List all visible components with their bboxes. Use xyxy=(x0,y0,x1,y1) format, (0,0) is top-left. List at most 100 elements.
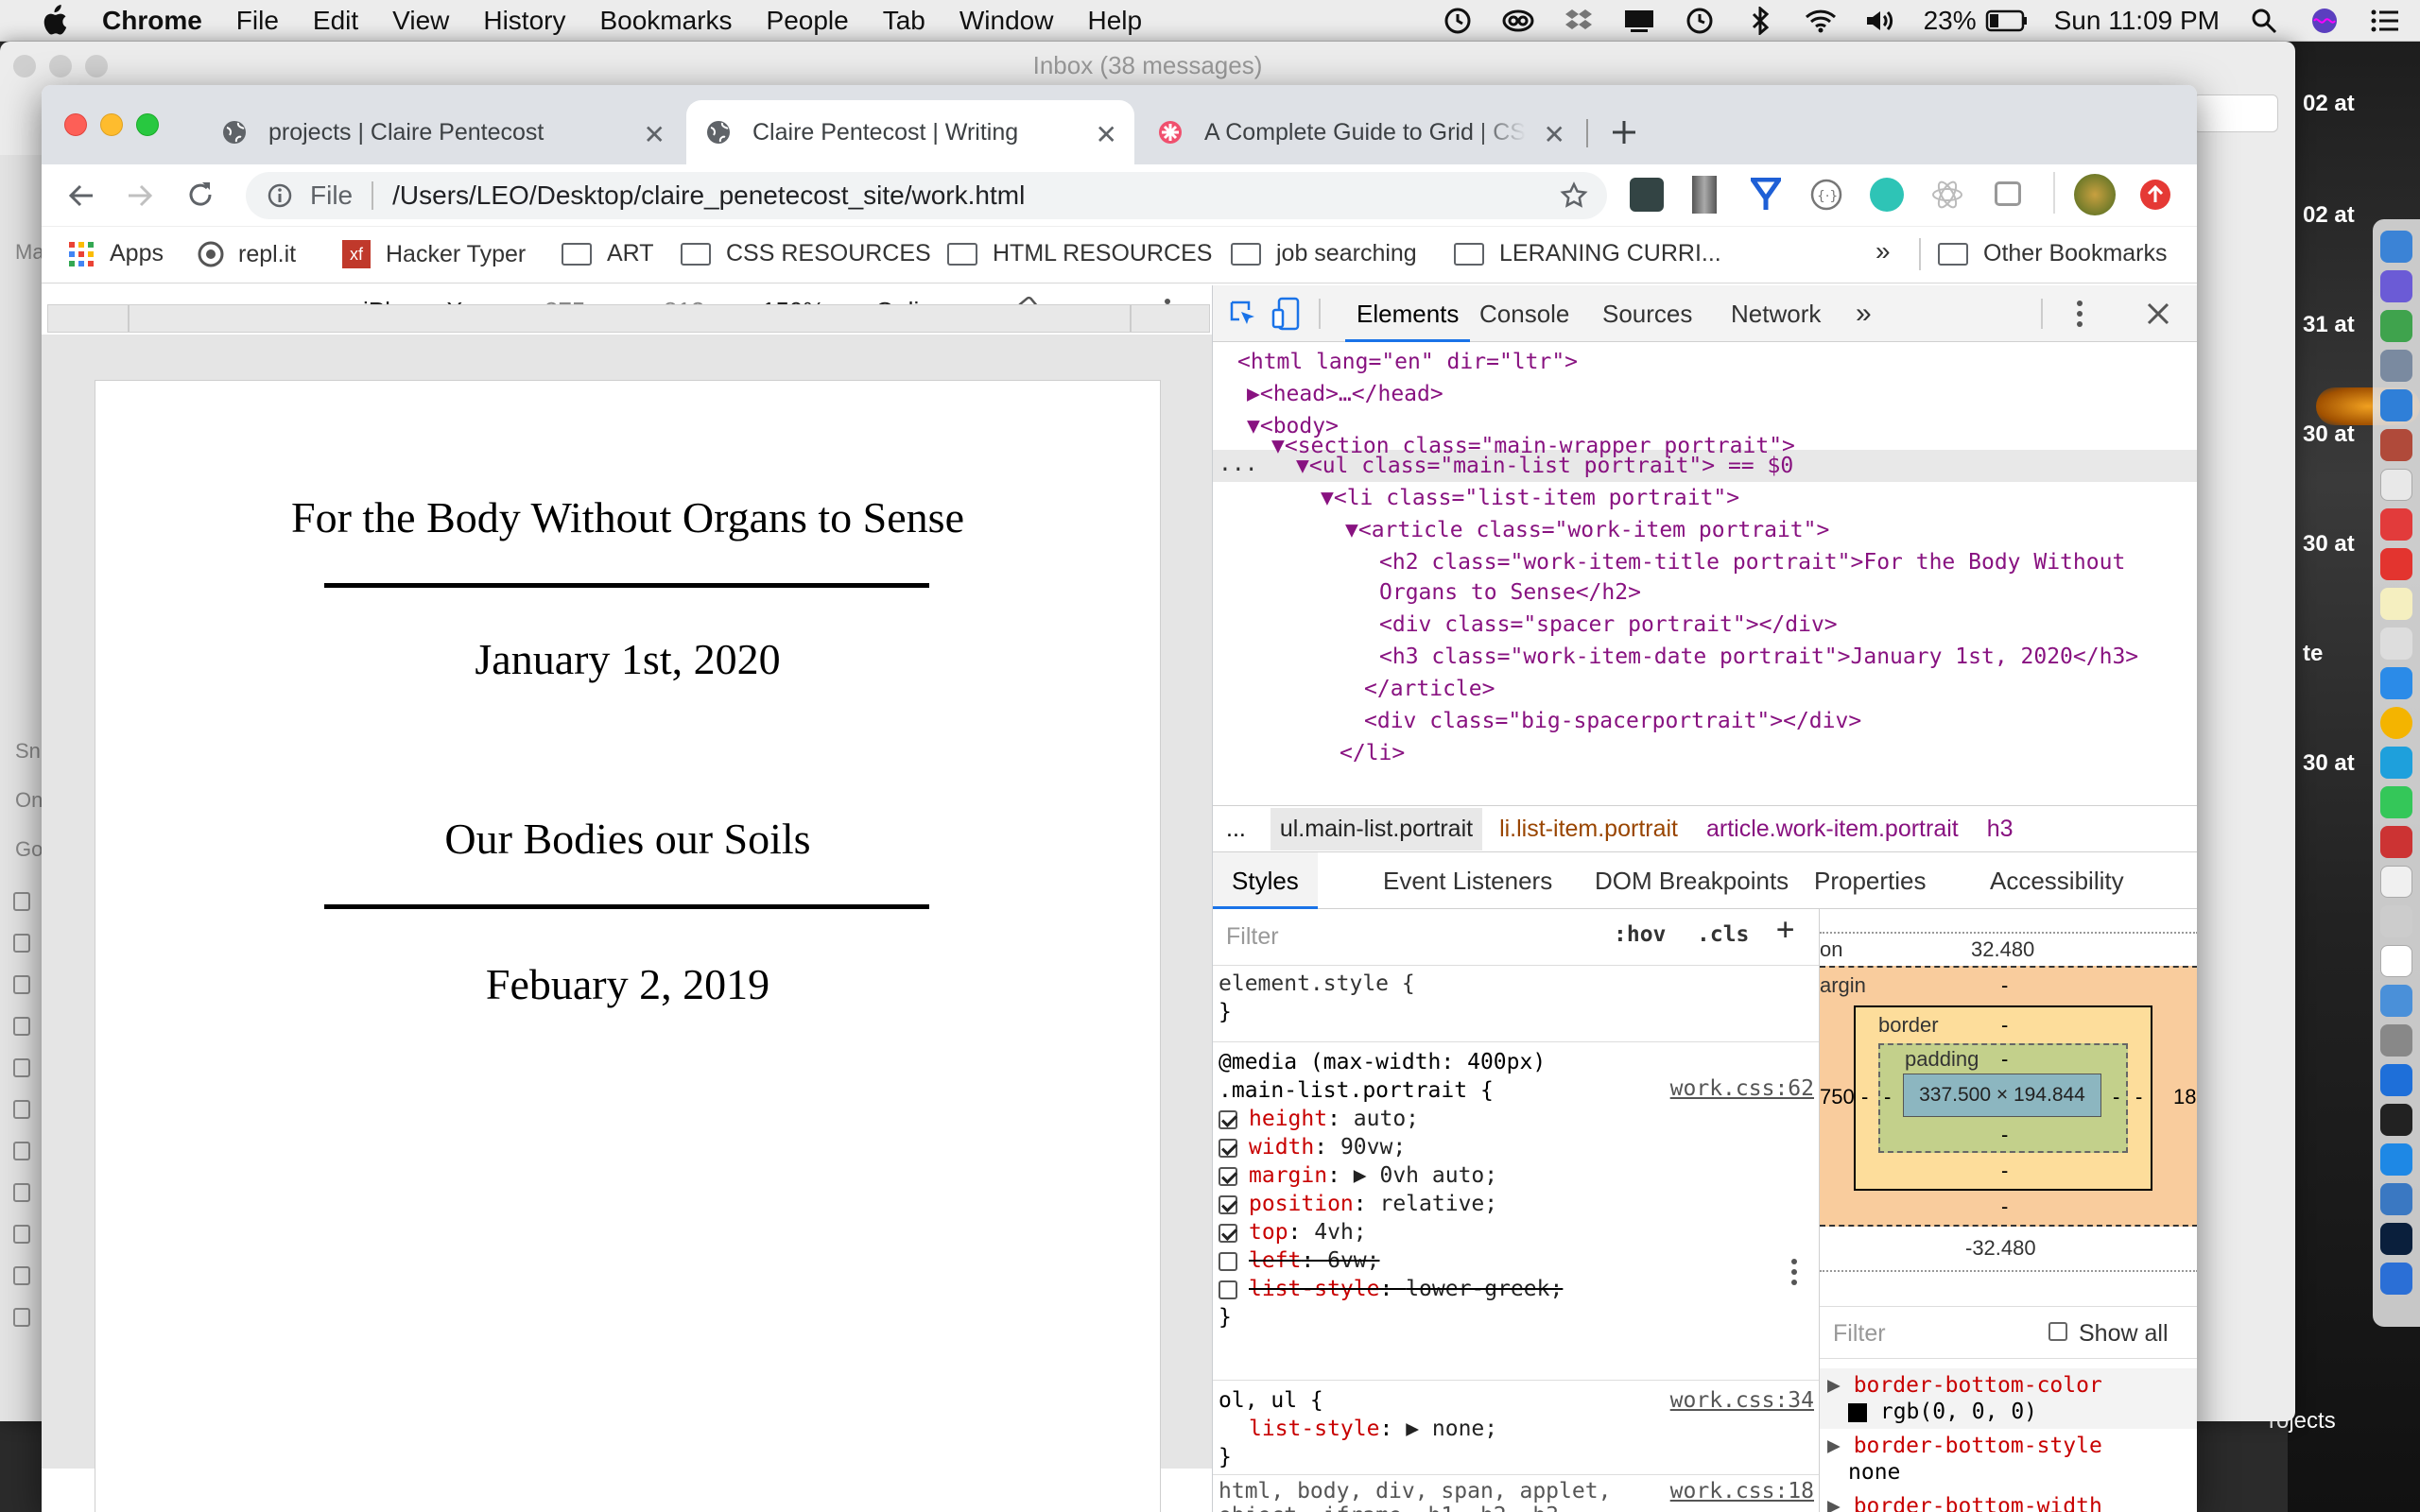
dom-node[interactable]: <html lang="en" dir="ltr"> xyxy=(1237,346,1578,378)
extension-icon-1[interactable] xyxy=(1630,178,1664,212)
reminders-icon[interactable] xyxy=(2380,627,2412,660)
selector[interactable]: element.style { xyxy=(1219,970,1819,998)
minimize-window-button[interactable] xyxy=(100,113,123,136)
menu-file[interactable]: File xyxy=(236,6,279,36)
dom-node[interactable]: <h2 class="work-item-title portrait">For… xyxy=(1379,546,2125,578)
bluetooth-dock-icon[interactable] xyxy=(2380,1263,2412,1295)
property-value[interactable]: relative; xyxy=(1379,1192,1497,1216)
styles-filter-input[interactable]: Filter xyxy=(1226,922,1279,951)
forward-icon[interactable] xyxy=(125,181,155,210)
device-toolbar-icon[interactable] xyxy=(1271,297,1302,331)
property-checkbox[interactable] xyxy=(1219,1109,1237,1129)
time-machine-icon[interactable] xyxy=(1684,5,1716,37)
siri-icon[interactable] xyxy=(2308,5,2341,37)
mailbox-icon[interactable] xyxy=(13,1142,30,1160)
tab-properties[interactable]: Properties xyxy=(1814,852,1927,909)
computed-property[interactable]: ▶ border-bottom-style none xyxy=(1820,1429,2197,1489)
app-dock-icon-7[interactable] xyxy=(2380,1183,2412,1215)
dom-node[interactable]: Organs to Sense</h2> xyxy=(1379,576,1641,609)
info-icon[interactable] xyxy=(267,182,293,209)
facetime-icon[interactable] xyxy=(2380,786,2412,818)
menu-help[interactable]: Help xyxy=(1087,6,1142,36)
close-window-button[interactable] xyxy=(64,113,87,136)
property-name[interactable]: margin xyxy=(1249,1163,1327,1188)
apple-icon[interactable] xyxy=(38,4,70,37)
breadcrumb-item[interactable]: li.list-item.portrait xyxy=(1499,816,1678,843)
app-dock-icon-5[interactable] xyxy=(2380,826,2412,858)
more-tabs-button[interactable]: » xyxy=(1856,285,1872,342)
preview-icon[interactable] xyxy=(2380,985,2412,1017)
address-url[interactable]: /Users/LEO/Desktop/claire_penetecost_sit… xyxy=(392,180,1025,211)
content-box[interactable]: 337.500 × 194.844 xyxy=(1903,1074,2101,1117)
border-left-value[interactable]: - xyxy=(1861,1085,1868,1109)
computed-property[interactable]: ▶ border-bottom-width xyxy=(1820,1489,2197,1512)
reload-icon[interactable] xyxy=(185,180,216,210)
rule-menu-icon[interactable] xyxy=(1789,1258,1799,1286)
dom-node[interactable]: ▼<article class="work-item portrait"> xyxy=(1345,514,1829,546)
border-top-value[interactable]: - xyxy=(2001,1013,2008,1038)
finder-icon[interactable] xyxy=(2380,231,2412,263)
profile-avatar[interactable] xyxy=(2074,174,2116,215)
position-top-value[interactable]: 32.480 xyxy=(1971,937,2034,962)
margin-right-value[interactable]: 18. xyxy=(2173,1085,2197,1109)
source-link[interactable]: work.css:18 xyxy=(1670,1479,1814,1503)
padding-left-value[interactable]: - xyxy=(1884,1085,1891,1109)
breadcrumb-item[interactable]: article.work-item.portrait xyxy=(1706,816,1959,843)
property-checkbox[interactable] xyxy=(1219,1251,1237,1271)
show-all-checkbox[interactable] xyxy=(2048,1322,2067,1341)
dom-node[interactable]: ▼<li class="list-item portrait"> xyxy=(1321,482,1739,514)
margin-top-value[interactable]: - xyxy=(2001,973,2008,998)
selector[interactable]: object, iframe, h1, h2, h3, xyxy=(1219,1503,1819,1512)
close-devtools-icon[interactable] xyxy=(2145,301,2171,327)
system-preferences-icon[interactable] xyxy=(2380,1024,2412,1057)
tab-network[interactable]: Network xyxy=(1731,285,1821,342)
css-property-row[interactable]: top: 4vh; xyxy=(1219,1218,1819,1246)
padding-top-value[interactable]: - xyxy=(2001,1047,2008,1072)
app-store-icon[interactable] xyxy=(2380,1064,2412,1096)
extension-icon-2[interactable] xyxy=(1692,176,1717,214)
position-bottom-value[interactable]: -32.480 xyxy=(1965,1236,2036,1261)
app-dock-icon-4[interactable] xyxy=(2380,548,2412,580)
mailbox-icon[interactable] xyxy=(13,1183,30,1202)
bookmark-folder-html[interactable]: HTML RESOURCES xyxy=(947,240,1212,267)
padding-right-value[interactable]: - xyxy=(2113,1085,2119,1109)
app-dock-icon-6[interactable] xyxy=(2380,1143,2412,1176)
bookmarks-overflow-button[interactable]: » xyxy=(1876,236,1891,266)
messages-icon[interactable] xyxy=(2380,667,2412,699)
chrome-dock-icon[interactable] xyxy=(2380,707,2412,739)
property-checkbox[interactable] xyxy=(1219,1194,1237,1214)
bluetooth-icon[interactable] xyxy=(1744,5,1776,37)
tab-writing[interactable]: Claire Pentecost | Writing ✕ xyxy=(686,100,1134,164)
bookmark-replit[interactable]: repl.it xyxy=(197,240,296,268)
property-value[interactable]: ▶ none; xyxy=(1406,1417,1497,1441)
launchpad-icon[interactable] xyxy=(2380,350,2412,382)
bookmark-folder-learning[interactable]: LERANING CURRI... xyxy=(1454,240,1721,267)
battery-icon[interactable] xyxy=(1984,5,2030,37)
property-name[interactable]: position xyxy=(1249,1192,1354,1216)
property-name[interactable]: list-style xyxy=(1249,1277,1379,1301)
tab-event-listeners[interactable]: Event Listeners xyxy=(1383,852,1552,909)
mailbox-icon[interactable] xyxy=(13,1225,30,1244)
bookmark-other[interactable]: Other Bookmarks xyxy=(1938,240,2168,267)
menu-view[interactable]: View xyxy=(392,6,449,36)
mailbox-icon[interactable] xyxy=(13,934,30,953)
inspect-element-icon[interactable] xyxy=(1228,299,1258,329)
bookmark-folder-css[interactable]: CSS RESOURCES xyxy=(681,240,931,267)
terminal-icon[interactable] xyxy=(2380,1104,2412,1136)
property-name[interactable]: height xyxy=(1249,1107,1327,1131)
notes-icon[interactable] xyxy=(2380,588,2412,620)
css-property-row[interactable]: height: auto; xyxy=(1219,1105,1819,1133)
devtools-menu-icon[interactable] xyxy=(2075,299,2084,329)
tab-dom-breakpoints[interactable]: DOM Breakpoints xyxy=(1595,852,1789,909)
mailbox-icon[interactable] xyxy=(13,892,30,911)
mailbox-icon[interactable] xyxy=(13,1017,30,1036)
close-tab-icon[interactable]: ✕ xyxy=(644,119,666,150)
css-property-row-disabled[interactable]: list-style: lower-greek; xyxy=(1219,1275,1819,1303)
new-tab-icon[interactable] xyxy=(1609,117,1639,147)
menu-window[interactable]: Window xyxy=(959,6,1054,36)
mailbox-icon[interactable] xyxy=(13,1308,30,1327)
battery-percent[interactable]: 23% xyxy=(1924,6,1977,36)
dom-node-selected[interactable]: ▼<ul class="main-list portrait"> == $0 xyxy=(1296,450,1793,482)
extension-icon-6[interactable] xyxy=(1995,181,2021,206)
close-tab-icon[interactable]: ✕ xyxy=(1544,119,1565,150)
